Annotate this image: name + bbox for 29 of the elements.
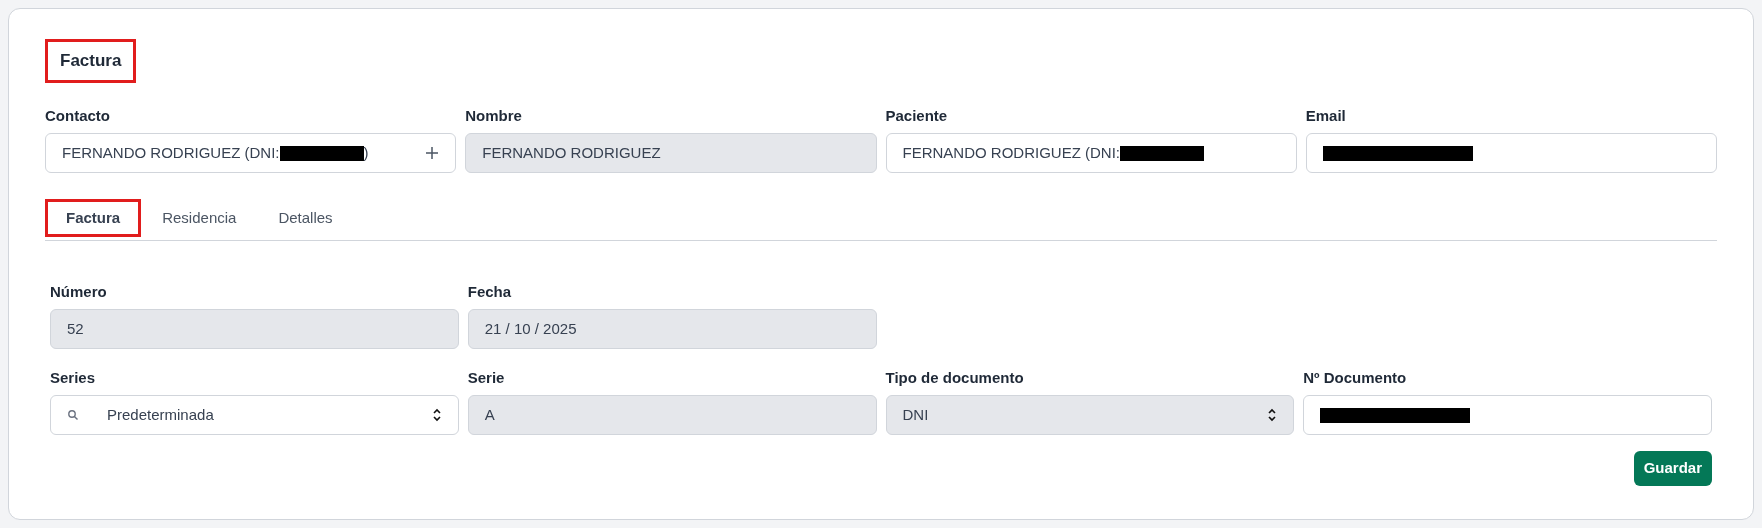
field-label: Series bbox=[50, 368, 97, 387]
field-label: Email bbox=[1305, 106, 1347, 125]
save-button[interactable]: Guardar bbox=[1633, 451, 1712, 486]
input-field[interactable]: 21 / 10 / 2025 bbox=[467, 309, 877, 349]
tab[interactable]: Factura bbox=[45, 199, 142, 237]
select-field[interactable]: DNI bbox=[885, 395, 1295, 435]
tab[interactable]: Residencia bbox=[141, 199, 258, 237]
search-icon bbox=[67, 409, 79, 421]
input-field[interactable] bbox=[1305, 133, 1717, 173]
field-label: Nº Documento bbox=[1303, 368, 1408, 387]
input-field[interactable]: A bbox=[467, 395, 877, 435]
field-label: Número bbox=[50, 282, 108, 301]
chevron-icon bbox=[1267, 407, 1278, 423]
field-label: Serie bbox=[467, 368, 506, 387]
field-label: Contacto bbox=[45, 106, 111, 125]
field-label: Tipo de documento bbox=[885, 368, 1025, 387]
input-field[interactable]: FERNANDO RODRIGUEZ (DNI: bbox=[885, 133, 1297, 173]
plus-icon[interactable] bbox=[425, 146, 440, 160]
input-field[interactable] bbox=[1303, 395, 1712, 435]
select-field[interactable]: Predeterminada bbox=[50, 395, 459, 435]
input-field[interactable]: 52 bbox=[50, 309, 459, 349]
tab[interactable]: Detalles bbox=[257, 199, 354, 237]
field-label: Paciente bbox=[885, 106, 949, 125]
input-field[interactable]: FERNANDO RODRIGUEZ bbox=[465, 133, 877, 173]
chevron-icon bbox=[431, 407, 442, 423]
section-title: Factura bbox=[45, 39, 137, 83]
lookup-field[interactable]: FERNANDO RODRIGUEZ (DNI: ) bbox=[45, 133, 457, 173]
field-label: Nombre bbox=[465, 106, 523, 125]
field-label: Fecha bbox=[467, 282, 513, 301]
